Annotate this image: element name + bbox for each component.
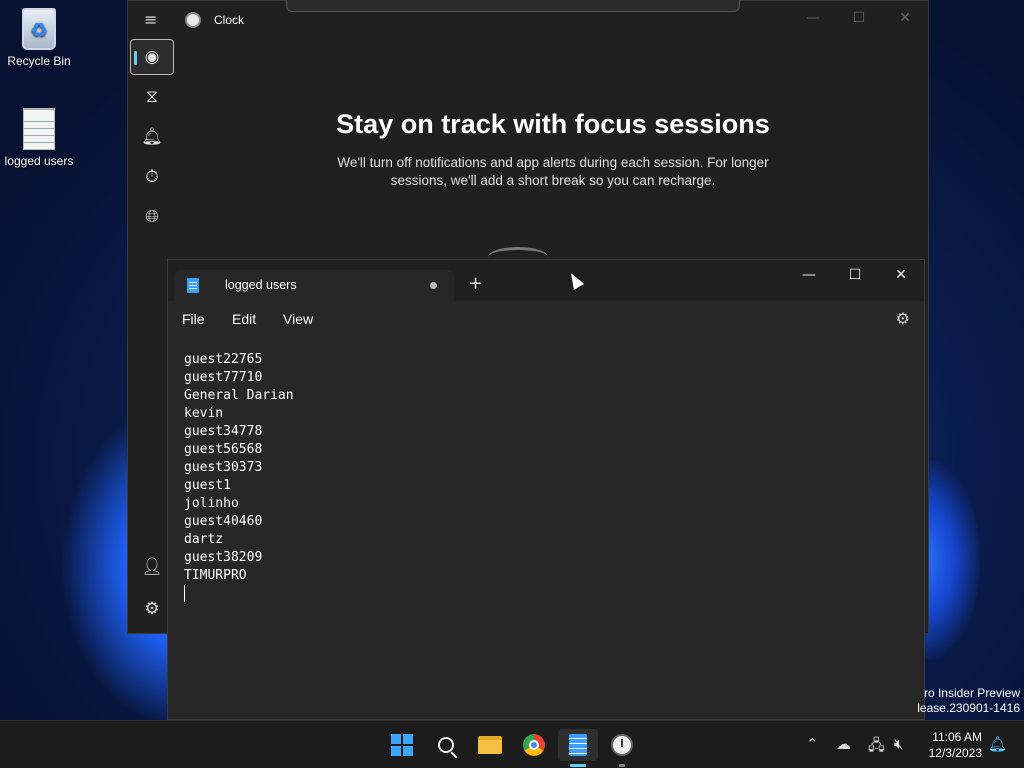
network-icon[interactable]: 🖧︎	[868, 735, 885, 760]
text-line: guest30373	[184, 460, 263, 475]
nav-alarm[interactable]: 🔔︎	[130, 119, 174, 155]
notepad-window: logged users + — ☐ ✕ File Edit View ⚙ gu…	[167, 259, 925, 720]
nav-world-clock[interactable]: 🌐︎	[130, 199, 174, 235]
active-indicator	[570, 764, 586, 767]
watermark-line: ro Insider Preview	[923, 686, 1020, 700]
clock-time: 11:06 AM	[932, 730, 982, 744]
nav-focus-sessions[interactable]: ◉	[130, 39, 174, 75]
text-line: guest34778	[184, 424, 263, 439]
maximize-button[interactable]: ☐	[832, 260, 878, 290]
alarm-icon: 🔔︎	[141, 127, 163, 147]
minimize-button[interactable]: —	[786, 260, 832, 290]
clock-app-icon	[611, 734, 633, 756]
gear-icon[interactable]: ⚙	[896, 309, 910, 328]
clock-app-icon	[185, 12, 201, 28]
build-watermark: ro Insider Preview lease.230901-1416	[917, 686, 1020, 716]
desktop-icon-label: logged users	[4, 154, 74, 168]
text-line: guest1	[184, 478, 231, 493]
stopwatch-icon: ⏱	[145, 167, 159, 187]
hamburger-menu-icon[interactable]: ≡	[144, 12, 160, 28]
focus-description: We'll turn off notifications and app ale…	[337, 155, 769, 188]
tab-title: logged users	[225, 278, 297, 292]
taskbar-chrome[interactable]	[514, 729, 554, 761]
watermark-line: lease.230901-1416	[917, 701, 1020, 715]
text-line: guest22765	[184, 352, 263, 367]
notepad-icon	[187, 278, 199, 293]
chrome-icon	[523, 734, 545, 756]
desktop-icon-label: Recycle Bin	[7, 54, 71, 68]
menu-edit[interactable]: Edit	[232, 311, 256, 327]
taskbar-notepad[interactable]	[558, 729, 598, 767]
text-line: TIMURPRO	[184, 568, 247, 583]
text-caret	[184, 585, 185, 602]
windows-logo-icon	[391, 734, 413, 756]
text-line: guest38209	[184, 550, 263, 565]
notepad-titlebar[interactable]: logged users + — ☐ ✕	[168, 260, 924, 301]
text-line: jolinho	[184, 496, 239, 511]
menu-view[interactable]: View	[283, 311, 313, 327]
system-clock[interactable]: 11:06 AM 12/3/2023	[920, 729, 982, 761]
taskbar: ⌃ ☁ 🖧︎ 🔇︎ 11:06 AM 12/3/2023 🔔︎	[0, 720, 1024, 768]
timer-icon: ⧖	[146, 87, 158, 107]
text-editor[interactable]: guest22765 guest77710 General Darian kev…	[168, 335, 924, 719]
clock-titlebar[interactable]: ≡ Clock — ☐ ✕	[128, 0, 928, 39]
show-hidden-icons-chevron-icon[interactable]: ⌃	[806, 735, 819, 753]
notepad-menubar: File Edit View ⚙	[168, 301, 924, 335]
folder-icon	[478, 736, 502, 754]
taskbar-clock[interactable]	[602, 729, 642, 767]
onedrive-icon[interactable]: ☁	[836, 735, 851, 753]
clock-window-title: Clock	[214, 13, 245, 27]
notepad-tab[interactable]: logged users	[174, 270, 454, 301]
desktop-icon-recycle-bin[interactable]: Recycle Bin	[1, 8, 77, 68]
desktop-icon-logged-users[interactable]: logged users	[1, 108, 77, 168]
close-button[interactable]: ✕	[878, 260, 924, 290]
volume-muted-icon[interactable]: 🔇︎	[894, 735, 903, 753]
text-line: General Darian	[184, 388, 294, 403]
clock-search-box[interactable]	[286, 0, 740, 12]
taskbar-search-button[interactable]	[426, 729, 466, 761]
recycle-bin-icon	[22, 8, 56, 50]
clock-date: 12/3/2023	[928, 746, 982, 760]
text-file-icon	[23, 108, 55, 150]
search-icon	[438, 737, 454, 753]
focus-sessions-icon: ◉	[144, 47, 160, 67]
nav-stopwatch[interactable]: ⏱	[130, 159, 174, 195]
new-tab-button[interactable]: +	[468, 275, 483, 293]
text-line: kevin	[184, 406, 224, 421]
text-line: guest77710	[184, 370, 263, 385]
account-icon: 👤︎	[141, 557, 163, 577]
menu-file[interactable]: File	[182, 311, 205, 327]
focus-heading: Stay on track with focus sessions	[336, 109, 770, 139]
world-clock-icon: 🌐︎	[145, 207, 159, 227]
unsaved-indicator[interactable]	[430, 282, 437, 289]
maximize-button[interactable]: ☐	[836, 1, 882, 35]
start-button[interactable]	[382, 729, 422, 761]
minimize-button[interactable]: —	[790, 1, 836, 35]
nav-timer[interactable]: ⧖	[130, 79, 174, 115]
text-line: guest40460	[184, 514, 263, 529]
notepad-icon	[569, 734, 587, 756]
taskbar-file-explorer[interactable]	[470, 729, 510, 761]
close-button[interactable]: ✕	[882, 1, 928, 35]
text-line: guest56568	[184, 442, 263, 457]
notification-bell-icon[interactable]: 🔔︎	[988, 735, 1007, 753]
gear-icon: ⚙	[144, 599, 160, 619]
running-indicator	[619, 764, 625, 767]
text-line: dartz	[184, 532, 224, 547]
